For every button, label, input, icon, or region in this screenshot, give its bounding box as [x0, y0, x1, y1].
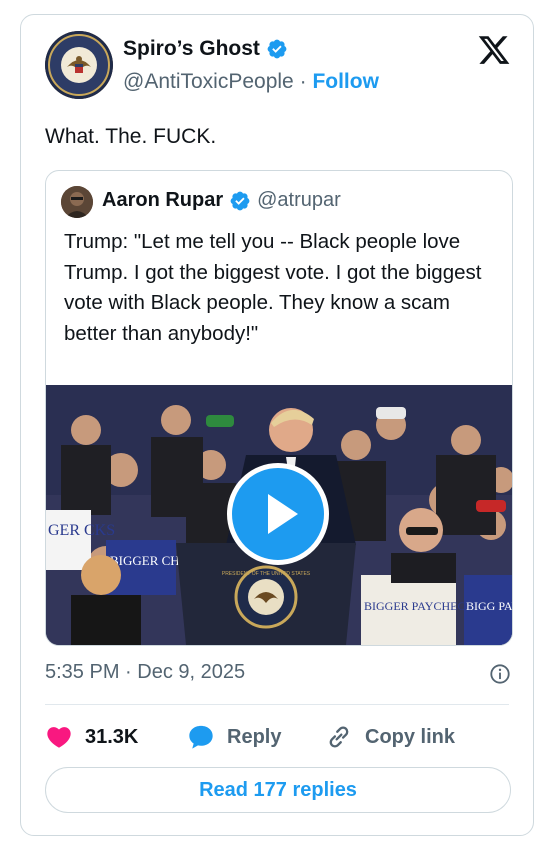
tweet-timestamp[interactable]: 5:35 PM · Dec 9, 2025	[45, 661, 245, 684]
quoted-author-avatar[interactable]	[61, 186, 93, 218]
sign-text-left: GER CKS	[48, 522, 115, 539]
copy-link-label: Copy link	[365, 725, 456, 748]
like-count: 31.3K	[85, 725, 139, 748]
verified-badge-icon	[267, 39, 287, 59]
read-replies-button[interactable]: Read 177 replies	[45, 767, 511, 813]
play-button[interactable]	[227, 463, 329, 565]
sign-text-main: BIGGER PAYCHECKS	[364, 599, 481, 613]
follow-button[interactable]: Follow	[312, 70, 379, 93]
author-handle[interactable]: @AntiToxicPeople	[123, 70, 294, 93]
verified-badge-icon	[230, 191, 250, 210]
quoted-author-name[interactable]: Aaron Rupar	[102, 189, 223, 212]
author-avatar[interactable]	[45, 31, 113, 99]
video-thumbnail[interactable]: GER CKS BIGGER CHECKS BIGGER PAYCHECKS B…	[46, 385, 512, 645]
divider	[45, 704, 509, 705]
vice-president-seal	[45, 31, 113, 99]
reply-button[interactable]: Reply	[187, 723, 325, 751]
author-name[interactable]: Spiro’s Ghost	[123, 37, 260, 61]
handle-separator: ·	[299, 70, 307, 93]
quoted-tweet-text: Trump: "Let me tell you -- Black people …	[64, 230, 482, 345]
quoted-tweet[interactable]: Aaron Rupar @atrupar Trump: "Let me tell…	[45, 170, 513, 646]
sign-text-right: BIGG PAYCH	[466, 599, 512, 613]
copy-link-button[interactable]: Copy link	[325, 723, 455, 751]
action-bar: 31.3K Reply Copy link	[45, 715, 455, 759]
x-logo-icon[interactable]	[477, 33, 511, 67]
tweet-embed-card: Spiro’s Ghost @AntiToxicPeople · Follow …	[20, 14, 534, 836]
tweet-text: What. The. FUCK.	[45, 125, 217, 148]
quoted-author-handle[interactable]: @atrupar	[257, 189, 341, 212]
link-icon	[329, 726, 349, 748]
like-button[interactable]: 31.3K	[45, 723, 187, 751]
info-icon[interactable]	[489, 663, 511, 685]
reply-label: Reply	[227, 725, 282, 748]
podium-seal-text: PRESIDENT OF THE UNITED STATES	[222, 571, 311, 577]
heart-icon	[47, 727, 71, 748]
quoted-avatar-image	[61, 186, 93, 218]
reply-bubble-icon	[189, 725, 213, 749]
play-icon	[268, 494, 298, 534]
